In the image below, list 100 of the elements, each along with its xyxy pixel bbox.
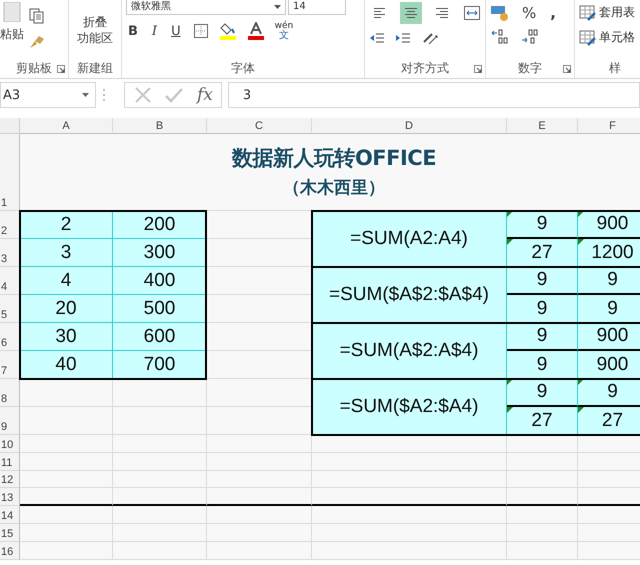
column-header[interactable]: C [207, 118, 312, 134]
row-header[interactable]: 3 [0, 239, 20, 267]
italic-button[interactable]: I [150, 22, 160, 40]
column-header[interactable]: F [578, 118, 640, 134]
empty-cell[interactable] [312, 542, 507, 560]
row-header[interactable]: 14 [0, 506, 20, 524]
empty-cell[interactable] [312, 435, 507, 453]
empty-cell[interactable] [312, 470, 507, 488]
empty-cell[interactable] [113, 470, 207, 488]
empty-cell[interactable] [207, 506, 312, 524]
group-label: 样 [609, 60, 621, 76]
row-header[interactable]: 16 [0, 542, 20, 560]
brush-icon[interactable] [28, 34, 46, 50]
column-header[interactable]: B [113, 118, 207, 134]
cancel-icon[interactable] [135, 87, 151, 103]
phonetic-button[interactable]: wén 文 [274, 21, 294, 41]
table-cell: 9 [578, 379, 640, 407]
align-center-button[interactable] [400, 2, 422, 24]
empty-cell[interactable] [507, 524, 578, 542]
column-header[interactable]: D [312, 118, 507, 134]
empty-cell[interactable] [113, 452, 207, 471]
row-header[interactable]: 8 [0, 379, 20, 407]
row-header[interactable]: 4 [0, 267, 20, 295]
table-cell: 900 [578, 211, 640, 239]
paste-button[interactable]: 粘贴 [0, 0, 24, 58]
column-header[interactable]: E [507, 118, 578, 134]
empty-cell[interactable] [207, 452, 312, 471]
fill-color-icon[interactable] [218, 22, 237, 40]
formula-field[interactable]: 3 [228, 82, 640, 108]
empty-cell[interactable] [113, 435, 207, 453]
empty-cell[interactable] [113, 542, 207, 560]
row-header[interactable]: 1 [0, 134, 20, 211]
percent-button[interactable]: % [520, 4, 538, 22]
empty-cell[interactable] [312, 506, 507, 524]
table-cell: =SUM(A$2:A$4) [312, 323, 507, 379]
row-header[interactable]: 6 [0, 323, 20, 351]
increase-decimal-icon[interactable] [490, 28, 510, 44]
style-button[interactable]: 单元格 [579, 29, 640, 46]
empty-cell[interactable] [113, 488, 207, 506]
empty-cell[interactable] [207, 435, 312, 453]
insert-function-button[interactable]: fx [197, 85, 213, 105]
empty-cell[interactable] [312, 524, 507, 542]
launcher-icon[interactable] [57, 65, 65, 73]
empty-cell[interactable] [207, 542, 312, 560]
row-header[interactable]: 11 [0, 452, 20, 471]
merge-icon[interactable] [462, 5, 481, 21]
row-header[interactable]: 9 [0, 407, 20, 435]
launcher-icon[interactable] [474, 65, 482, 73]
empty-cell[interactable] [113, 524, 207, 542]
indent-icon[interactable] [395, 32, 411, 44]
empty-cell[interactable] [113, 506, 207, 524]
empty-cell[interactable] [113, 407, 207, 435]
bold-button[interactable]: B [126, 22, 140, 40]
row-header[interactable]: 10 [0, 435, 20, 453]
font-name-field[interactable]: 微软雅黑 [126, 0, 286, 15]
table-cell: 40 [20, 351, 113, 379]
row-header[interactable]: 15 [0, 524, 20, 542]
comma-button[interactable]: , [548, 4, 558, 22]
check-icon[interactable] [165, 87, 183, 103]
row-header[interactable]: 7 [0, 351, 20, 379]
empty-cell[interactable] [507, 470, 578, 488]
copy-icon[interactable] [28, 8, 46, 24]
empty-cell[interactable] [507, 435, 578, 453]
table-cell: 9 [507, 351, 578, 379]
collapse-ribbon-button[interactable]: 折叠 功能区 [73, 0, 117, 46]
column-header[interactable]: A [20, 118, 113, 134]
select-all-button[interactable] [0, 118, 20, 134]
launcher-icon[interactable] [563, 65, 571, 73]
font-color-icon[interactable] [246, 22, 265, 40]
decrease-decimal-icon[interactable] [520, 28, 540, 44]
row-header[interactable]: 13 [0, 488, 20, 506]
name-box[interactable]: A3 [0, 82, 96, 108]
group-label: 数字 [518, 60, 542, 76]
table-cell: 9 [578, 295, 640, 323]
style-button[interactable]: 套用表 [579, 4, 640, 21]
empty-cell[interactable] [312, 488, 507, 506]
empty-cell[interactable] [507, 542, 578, 560]
table-cell: =SUM($A$2:$A$4) [312, 267, 507, 323]
clipboard-icon [2, 2, 22, 22]
table-cell: 9 [578, 267, 640, 295]
empty-cell[interactable] [207, 524, 312, 542]
empty-cell[interactable] [507, 488, 578, 506]
row-header[interactable]: 2 [0, 211, 20, 239]
empty-cell[interactable] [507, 452, 578, 471]
row-header[interactable]: 12 [0, 470, 20, 488]
table-cell: 9 [507, 295, 578, 323]
empty-cell[interactable] [507, 506, 578, 524]
font-size-field[interactable]: 14 [288, 0, 346, 15]
table-cell: 4 [20, 267, 113, 295]
empty-cell[interactable] [207, 488, 312, 506]
outdent-icon[interactable] [369, 32, 385, 44]
empty-cell[interactable] [207, 470, 312, 488]
empty-cell[interactable] [312, 452, 507, 471]
table-style-icon [579, 4, 597, 20]
empty-cell[interactable] [113, 379, 207, 407]
row-header[interactable]: 5 [0, 295, 20, 323]
border-icon[interactable] [192, 23, 209, 39]
currency-icon[interactable] [490, 5, 510, 21]
underline-button[interactable]: U [169, 22, 183, 40]
table-cell: 500 [113, 295, 207, 323]
